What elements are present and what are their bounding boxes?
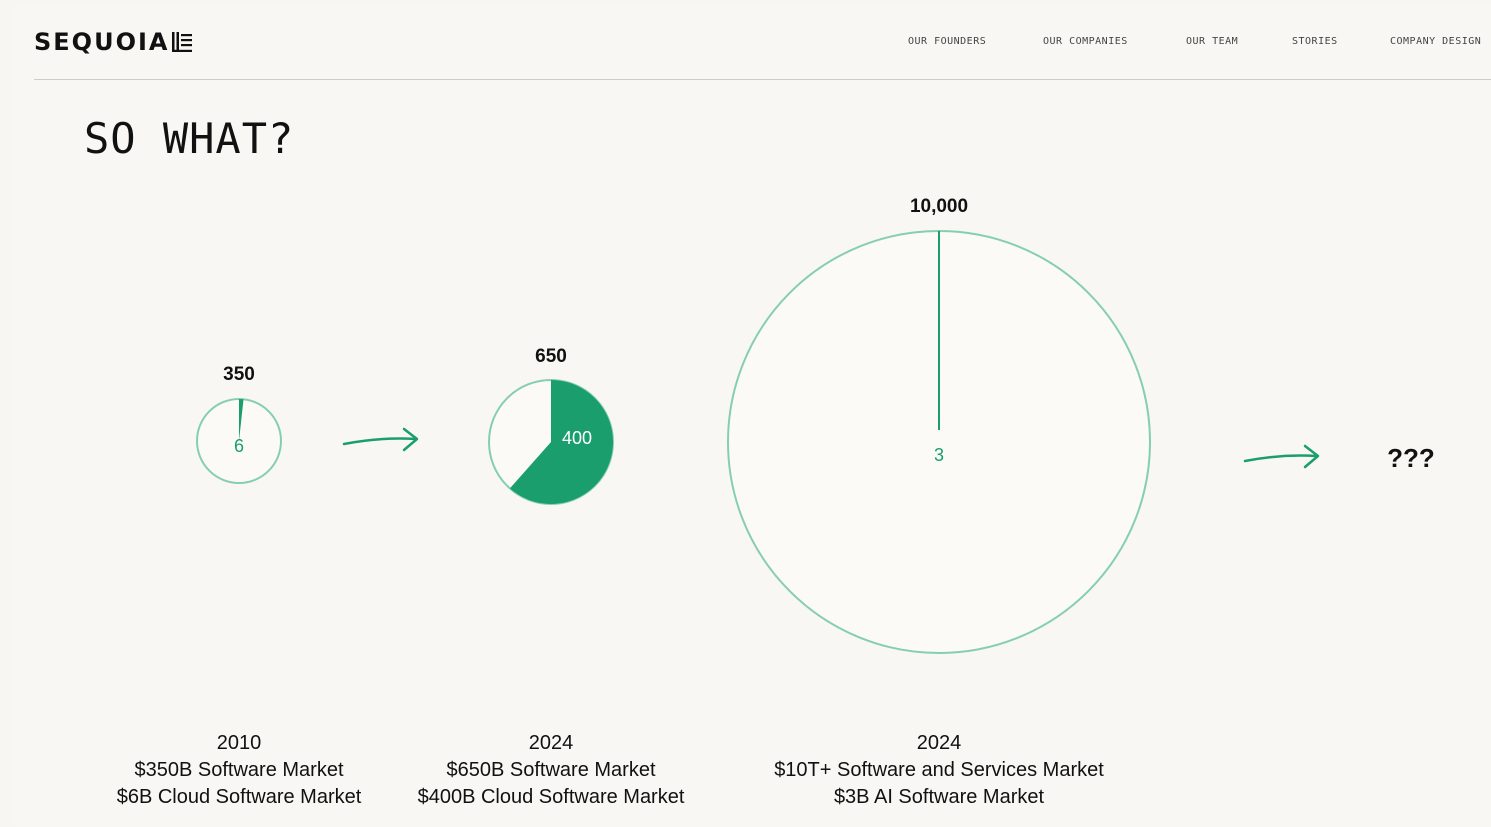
caption-part-market: $6B Cloud Software Market (116, 786, 362, 808)
arrow-right-icon-2 (1243, 454, 1319, 463)
caption-total-market: $350B Software Market (134, 759, 344, 781)
pie-total-label-0: 350 (223, 364, 255, 385)
caption-2010: 2010 $350B Software Market $6B Cloud Sof… (59, 730, 419, 811)
pie-part-label-1: 400 (562, 428, 592, 448)
market-size-pie-charts: 6 350 400 650 3 10,000??? (196, 196, 1435, 654)
pie-total-label-2: 10,000 (910, 196, 968, 217)
caption-2024-cloud: 2024 $650B Software Market $400B Cloud S… (371, 730, 731, 811)
caption-total-market: $10T+ Software and Services Market (774, 759, 1104, 781)
pie-part-label-0: 6 (234, 436, 244, 456)
pie-part-label-2: 3 (934, 445, 944, 465)
arrow-right-icon (342, 437, 418, 446)
caption-year: 2024 (916, 732, 962, 754)
pie-total-label-1: 650 (535, 346, 567, 367)
caption-part-market: $400B Cloud Software Market (417, 786, 685, 808)
caption-2024-ai: 2024 $10T+ Software and Services Market … (759, 730, 1119, 811)
caption-year: 2010 (216, 732, 262, 754)
caption-part-market: $3B AI Software Market (833, 786, 1045, 808)
future-unknown-label: ??? (1387, 443, 1435, 473)
caption-year: 2024 (528, 732, 574, 754)
caption-total-market: $650B Software Market (446, 759, 656, 781)
